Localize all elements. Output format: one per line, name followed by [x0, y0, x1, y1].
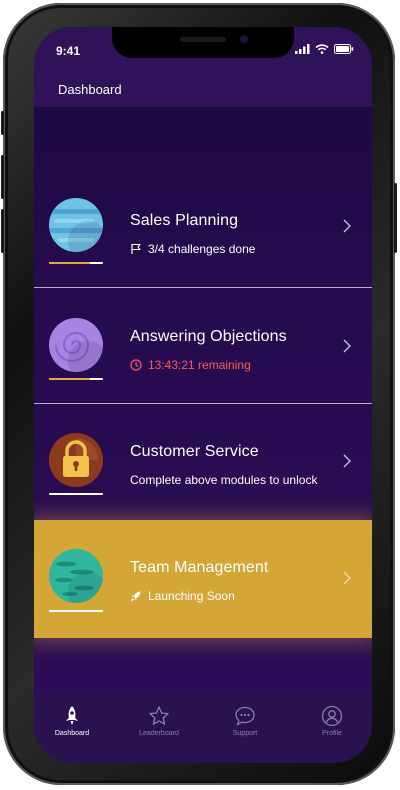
- module-sales-planning[interactable]: Sales Planning 3/4 challenges done: [34, 167, 372, 288]
- module-subtitle: 13:43:21 remaining: [130, 358, 251, 372]
- status-icons: [295, 44, 354, 54]
- tab-dashboard[interactable]: Dashboard: [37, 705, 107, 737]
- blue-planet-icon: [49, 198, 103, 252]
- module-subtitle-text: 13:43:21 remaining: [148, 358, 251, 372]
- mute-switch: [1, 111, 4, 135]
- tab-label: Support: [232, 730, 258, 737]
- phone-frame: 9:41 Dashboard Sales Planning 3/4 challe…: [1, 3, 397, 785]
- module-progress: [49, 262, 103, 264]
- module-progress-fill: [49, 262, 90, 264]
- module-progress: [49, 493, 103, 495]
- speaker: [180, 37, 226, 42]
- chevron-right-icon: [343, 571, 351, 585]
- module-subtitle-text: Launching Soon: [148, 589, 235, 603]
- rocket-icon: [130, 591, 141, 602]
- user-icon: [321, 705, 343, 727]
- module-subtitle: 3/4 challenges done: [130, 242, 255, 256]
- green-planet-icon: [49, 549, 103, 603]
- chevron-right-icon: [343, 219, 351, 233]
- module-title: Team Management: [130, 559, 269, 576]
- lock-icon: [49, 433, 103, 487]
- tab-leaderboard[interactable]: Leaderboard: [124, 705, 194, 737]
- page-title: Dashboard: [58, 82, 122, 97]
- chevron-right-icon: [343, 339, 351, 353]
- module-progress: [49, 610, 103, 612]
- front-camera: [240, 35, 248, 43]
- module-team-management[interactable]: Team Management Launching Soon: [34, 520, 372, 638]
- volume-down-button: [1, 209, 4, 253]
- module-subtitle-text: 3/4 challenges done: [148, 242, 256, 256]
- power-button: [394, 183, 397, 253]
- battery-icon: [334, 44, 354, 54]
- tab-label: Leaderboard: [139, 730, 179, 737]
- star-icon: [149, 706, 169, 725]
- signal-icon: [295, 44, 310, 54]
- module-subtitle: Complete above modules to unlock: [130, 473, 317, 487]
- module-list: Sales Planning 3/4 challenges done Answe…: [34, 107, 372, 693]
- module-customer-service[interactable]: Customer Service Complete above modules …: [34, 405, 372, 517]
- chat-bubble-icon: [235, 706, 255, 726]
- clock-icon: [130, 359, 142, 371]
- tab-label: Dashboard: [54, 730, 90, 737]
- module-progress-fill: [49, 378, 90, 380]
- status-time: 9:41: [56, 44, 81, 58]
- tab-profile[interactable]: Profile: [297, 705, 367, 737]
- module-answering-objections[interactable]: Answering Objections 13:43:21 remaining: [34, 289, 372, 404]
- module-subtitle: Launching Soon: [130, 589, 235, 603]
- wifi-icon: [315, 44, 329, 54]
- flag-icon: [131, 243, 141, 254]
- module-title: Customer Service: [130, 443, 259, 460]
- module-progress: [49, 378, 103, 380]
- app-header: Dashboard: [34, 71, 372, 107]
- app-screen: 9:41 Dashboard Sales Planning 3/4 challe…: [34, 27, 372, 763]
- chevron-right-icon: [343, 454, 351, 468]
- notch: [112, 27, 294, 58]
- tab-label: Profile: [322, 730, 342, 737]
- module-title: Answering Objections: [130, 328, 287, 345]
- tab-support[interactable]: Support: [210, 705, 280, 737]
- tab-bar: Dashboard Leaderboard Support Profile: [34, 693, 372, 763]
- module-subtitle-text: Complete above modules to unlock: [130, 473, 318, 487]
- rocket-icon: [66, 706, 78, 725]
- volume-up-button: [1, 155, 4, 199]
- module-title: Sales Planning: [130, 212, 239, 229]
- purple-planet-icon: [49, 318, 103, 372]
